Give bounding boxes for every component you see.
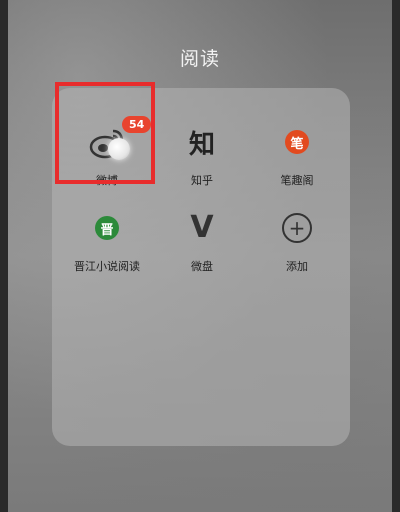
biquge-icon: 笔 — [277, 122, 317, 162]
add-app-button[interactable]: + 添加 — [252, 186, 342, 276]
app-label: 添加 — [286, 260, 308, 273]
screen-edge-left — [0, 0, 8, 512]
app-label: 微盘 — [191, 260, 213, 273]
app-label: 晋江小说阅读 — [74, 260, 140, 273]
screen-edge-right — [392, 0, 400, 512]
touch-indicator — [108, 138, 130, 160]
zhihu-icon: 知 — [188, 129, 215, 160]
app-weipan[interactable]: V 微盘 — [157, 186, 247, 276]
app-zhihu[interactable]: 知 知乎 — [157, 100, 247, 190]
folder-title: 阅读 — [179, 48, 220, 70]
highlight-box — [55, 82, 155, 184]
add-icon: + — [277, 208, 317, 248]
jinjiang-icon: 晋 — [87, 208, 127, 248]
app-biquge[interactable]: 笔 笔趣阁 — [252, 100, 342, 190]
weipan-icon: V — [190, 210, 214, 245]
app-jinjiang[interactable]: 晋 晋江小说阅读 — [62, 186, 152, 276]
